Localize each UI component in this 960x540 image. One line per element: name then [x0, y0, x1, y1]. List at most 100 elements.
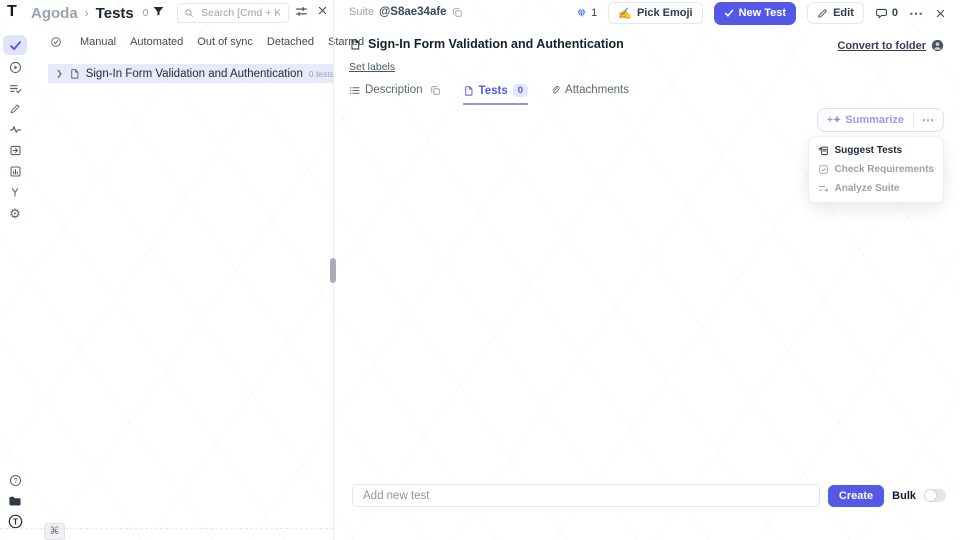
convert-to-folder-link[interactable]: Convert to folder	[837, 40, 926, 52]
close-panel-button[interactable]	[317, 5, 328, 16]
tree-row-suite[interactable]: ❯ Sign-In Form Validation and Authentica…	[48, 64, 334, 83]
suite-title: Sign-In Form Validation and Authenticati…	[368, 37, 624, 51]
ai-sparkle-icon: +✦	[827, 115, 841, 126]
more-options-button[interactable]: ⋯	[909, 5, 924, 22]
suite-doc-icon	[69, 68, 80, 80]
command-palette-button[interactable]: ⌘	[44, 523, 65, 540]
gear-icon: ⚙	[9, 207, 21, 220]
tree-suite-title: Sign-In Form Validation and Authenticati…	[86, 68, 303, 80]
suite-doc-icon	[349, 38, 361, 51]
folder-icon	[8, 495, 22, 507]
bulk-toggle[interactable]	[924, 489, 946, 502]
tests-badge: 0	[513, 84, 528, 97]
breadcrumb-separator: ›	[85, 6, 89, 20]
ai-credits-count: 1	[591, 7, 597, 19]
suite-id: @S8ae34afe	[379, 6, 446, 18]
top-actions: 1 ✍ Pick Emoji New Test Edit 0 ⋯	[576, 2, 946, 24]
sidebar-item-plans[interactable]	[3, 78, 27, 98]
add-test-input[interactable]	[352, 484, 820, 507]
advanced-filter-button[interactable]	[295, 5, 308, 18]
tab-tests[interactable]: Tests 0	[463, 84, 529, 105]
summarize-more-button[interactable]: ⋯	[913, 113, 943, 127]
summarize-button[interactable]: +✦ Summarize ⋯	[817, 108, 944, 132]
sidebar-item-tests[interactable]	[3, 35, 27, 55]
bulk-label: Bulk	[892, 490, 916, 502]
comments-count: 0	[892, 7, 898, 19]
new-test-button[interactable]: New Test	[714, 2, 796, 25]
filter-tab-detached[interactable]: Detached	[267, 36, 314, 48]
filter-tab-manual[interactable]: Manual	[80, 36, 116, 48]
chart-board-icon	[9, 165, 22, 178]
set-labels-link[interactable]: Set labels	[349, 61, 395, 73]
tree-suite-test-count: 0 tests	[309, 69, 334, 79]
sidebar-item-projects[interactable]	[3, 491, 27, 511]
breadcrumb: Agoda › Tests 0	[31, 3, 148, 23]
description-list-icon	[349, 85, 360, 96]
filter-button[interactable]	[152, 5, 165, 18]
copy-description-button[interactable]	[430, 85, 441, 96]
close-icon	[935, 8, 946, 19]
pick-emoji-button[interactable]: ✍ Pick Emoji	[608, 2, 702, 24]
panel-resize-handle[interactable]	[330, 258, 336, 283]
tab-attachments[interactable]: Attachments	[550, 84, 629, 102]
add-test-bar: Create Bulk	[352, 484, 946, 507]
filter-tab-out-of-sync[interactable]: Out of sync	[197, 36, 253, 48]
suite-title-row: Sign-In Form Validation and Authenticati…	[349, 37, 624, 51]
svg-text:?: ?	[13, 477, 17, 484]
funnel-icon	[152, 5, 165, 18]
pulse-icon	[9, 123, 22, 136]
gem-icon	[576, 8, 587, 19]
content-tabs: Description Tests 0 Attachments	[349, 84, 629, 105]
convert-row: Convert to folder	[837, 39, 944, 52]
tests-count: 0	[143, 8, 149, 19]
filter-tab-automated[interactable]: Automated	[130, 36, 183, 48]
copy-suite-id-button[interactable]	[452, 7, 463, 18]
suite-meta: Suite @S8ae34afe	[349, 6, 463, 18]
ai-dropdown-menu: Suggest Tests Check Requirements Analyze…	[808, 136, 944, 203]
sidebar-item-runs[interactable]	[3, 57, 27, 77]
breadcrumb-page[interactable]: Tests	[96, 5, 134, 22]
suggest-tests-icon	[818, 145, 829, 156]
filter-tags-icon[interactable]	[50, 36, 62, 48]
sidebar-item-import[interactable]	[3, 140, 27, 160]
sidebar-item-flaky[interactable]	[3, 119, 27, 139]
help-icon: ?	[9, 474, 22, 487]
search-input[interactable]	[199, 6, 282, 20]
left-panel-bottom-divider	[0, 528, 333, 529]
list-check-icon	[9, 82, 22, 95]
play-circle-icon	[9, 61, 22, 74]
ai-credits[interactable]: 1	[576, 7, 597, 19]
edit-button[interactable]: Edit	[807, 2, 864, 24]
sidebar-item-help[interactable]: ?	[3, 470, 27, 490]
chevron-right-icon[interactable]: ❯	[56, 69, 63, 78]
pencil-icon	[817, 8, 828, 19]
suite-label: Suite	[349, 6, 374, 18]
sidebar-item-settings[interactable]: ⚙	[3, 203, 27, 223]
create-button[interactable]: Create	[828, 485, 884, 507]
check-icon	[724, 8, 734, 18]
pen-icon	[9, 103, 21, 115]
breadcrumb-project[interactable]: Agoda	[31, 5, 78, 22]
menu-item-suggest-tests[interactable]: Suggest Tests	[818, 145, 934, 156]
search-icon	[184, 8, 194, 18]
app-logo[interactable]: T	[7, 3, 17, 21]
menu-item-check-requirements[interactable]: Check Requirements	[818, 164, 934, 175]
close-icon	[317, 5, 328, 16]
sidebar-item-shared-steps[interactable]	[3, 182, 27, 202]
menu-item-analyze-suite[interactable]: Analyze Suite	[818, 183, 934, 194]
check-icon	[9, 39, 22, 52]
branch-icon	[9, 186, 21, 198]
analyze-suite-icon	[818, 183, 829, 194]
close-suite-button[interactable]	[935, 8, 946, 19]
paperclip-icon	[550, 84, 560, 96]
comment-bubble-icon	[875, 7, 888, 20]
sidebar-item-analytics[interactable]	[3, 161, 27, 181]
tab-description[interactable]: Description	[349, 84, 441, 102]
svg-text:T: T	[13, 517, 18, 526]
comments-button[interactable]: 0	[875, 7, 898, 20]
sidebar-item-drafts[interactable]	[3, 99, 27, 119]
search-box[interactable]	[177, 3, 289, 23]
user-avatar[interactable]	[931, 39, 944, 52]
app-window: T ⚙ ? T ⌘ Agoda › Tests 0	[0, 0, 960, 540]
writing-hand-icon: ✍	[618, 7, 632, 20]
